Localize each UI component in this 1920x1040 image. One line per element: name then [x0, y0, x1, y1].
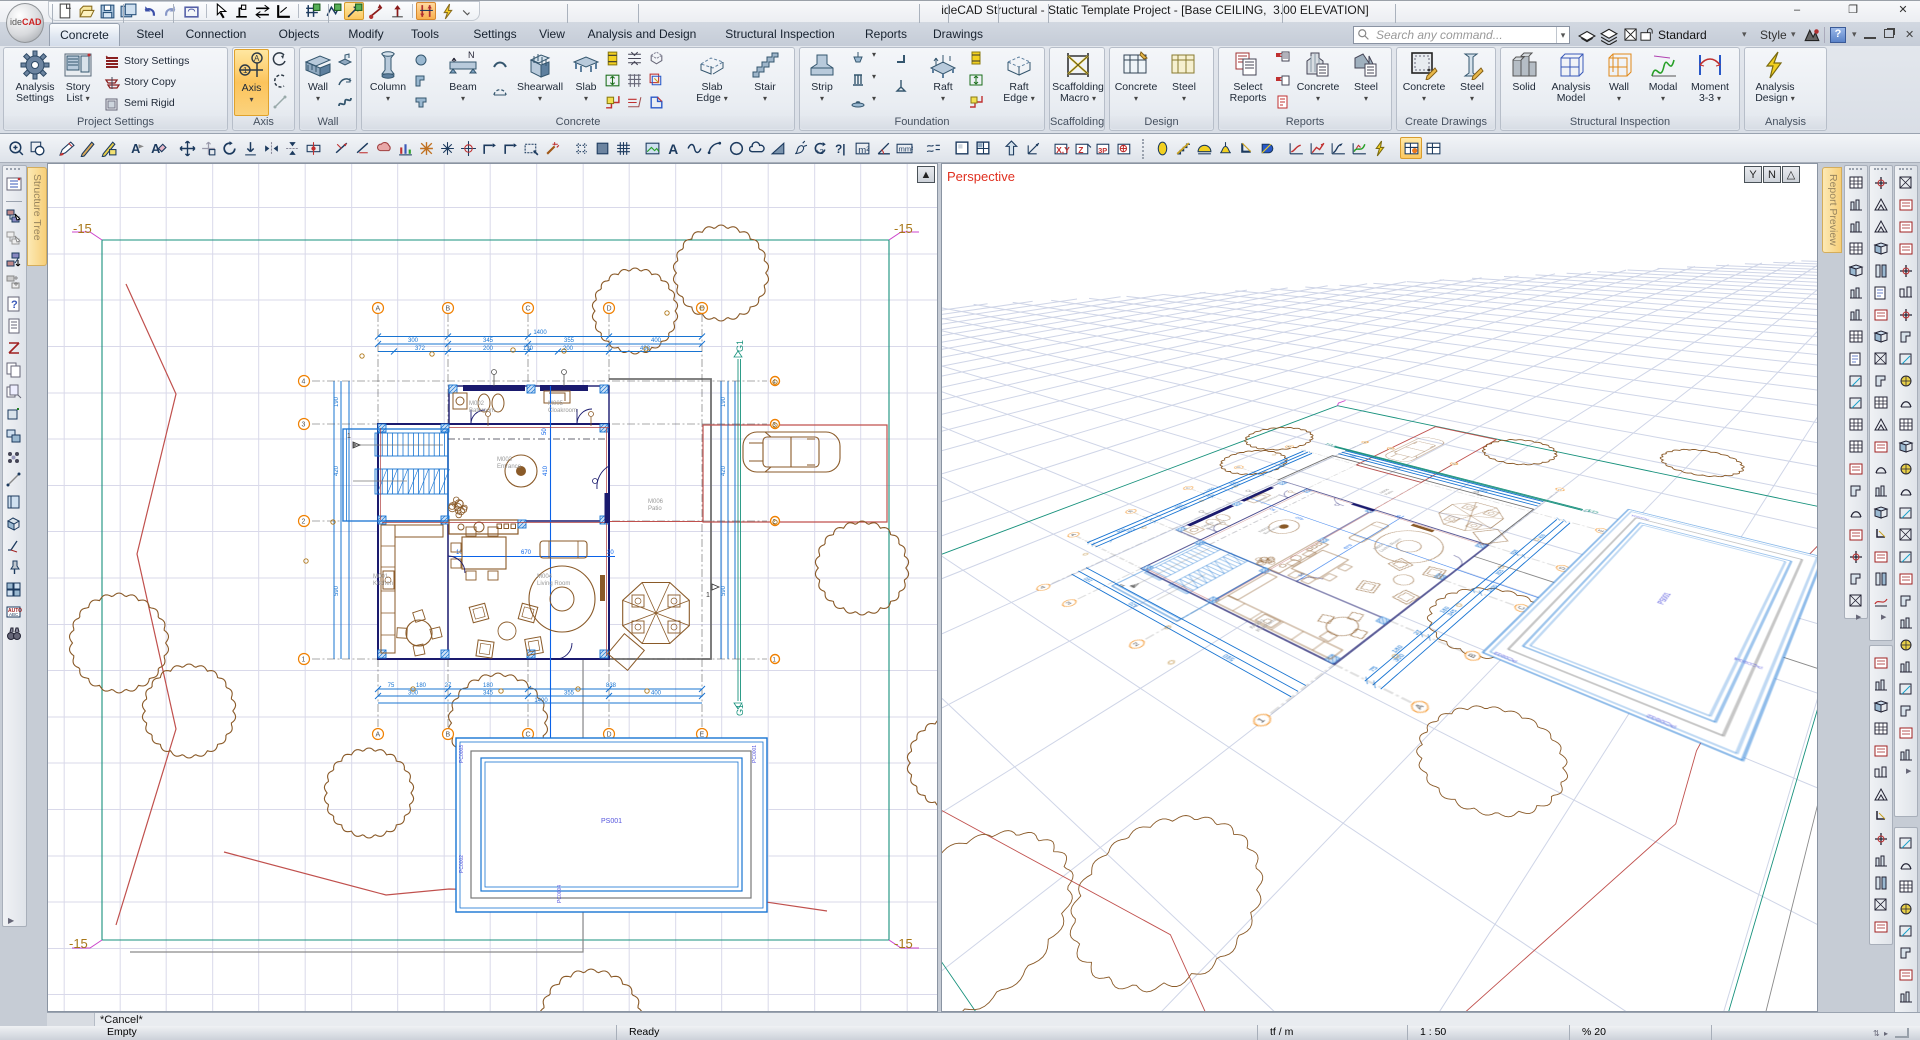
svg-text:-15: -15 [894, 221, 913, 236]
svg-text:1400: 1400 [533, 330, 547, 336]
svg-text:130: 130 [523, 346, 534, 352]
svg-text:N: N [468, 50, 475, 60]
svg-text:345: 345 [483, 338, 494, 344]
svg-text:400: 400 [651, 338, 662, 344]
svg-text:M003: M003 [497, 457, 513, 463]
svg-text:372: 372 [415, 346, 426, 352]
svg-text:X,Y: X,Y [1056, 145, 1070, 155]
svg-text:PC0004: PC0004 [557, 885, 563, 903]
svg-text:C: C [526, 306, 531, 313]
svg-text:590: 590 [334, 585, 340, 596]
svg-text:1: 1 [347, 433, 351, 440]
svg-text:Bathroom: Bathroom [469, 408, 495, 414]
svg-text:1: 1 [302, 657, 306, 664]
svg-text:180: 180 [416, 683, 427, 689]
svg-text:Living Room: Living Room [537, 581, 570, 587]
svg-text:-15: -15 [894, 936, 913, 951]
svg-text:50: 50 [542, 428, 548, 435]
svg-text:1: 1 [706, 592, 710, 599]
svg-text:Kitchen: Kitchen [373, 581, 393, 587]
svg-text:M005: M005 [548, 401, 564, 407]
svg-text:355: 355 [564, 338, 575, 344]
svg-text:420: 420 [334, 465, 340, 476]
svg-text:300: 300 [408, 338, 419, 344]
svg-text:2: 2 [302, 519, 306, 526]
svg-text:PC0001: PC0001 [752, 745, 758, 763]
svg-text:1400: 1400 [534, 698, 548, 704]
svg-text:670: 670 [521, 550, 532, 556]
svg-text:355: 355 [564, 691, 575, 697]
svg-text:590: 590 [721, 585, 727, 596]
svg-text:20: 20 [607, 550, 614, 556]
svg-text:m²: m² [858, 145, 869, 156]
svg-text:-15: -15 [73, 221, 92, 236]
svg-text:3: 3 [302, 422, 306, 429]
svg-text:B: B [446, 732, 451, 739]
svg-text:Entrance: Entrance [497, 464, 522, 470]
svg-text:-15: -15 [69, 936, 88, 951]
svg-text:3P: 3P [1098, 146, 1107, 155]
svg-text:4: 4 [302, 379, 306, 386]
svg-text:M004: M004 [537, 574, 553, 580]
svg-text:?|: ?| [835, 143, 845, 156]
svg-text:Z: Z [1078, 145, 1083, 155]
svg-text:180: 180 [483, 683, 494, 689]
svg-text:75: 75 [388, 683, 395, 689]
svg-text:A: A [668, 141, 678, 157]
svg-text:G1: G1 [735, 340, 745, 352]
svg-text:345: 345 [483, 691, 494, 697]
svg-text:420: 420 [721, 465, 727, 476]
svg-text:400: 400 [651, 691, 662, 697]
svg-text:M006: M006 [648, 499, 664, 505]
svg-text:Cloakroom: Cloakroom [548, 408, 577, 414]
svg-text:PS001: PS001 [601, 818, 622, 825]
svg-text:190: 190 [721, 396, 727, 407]
svg-text:ABC: ABC [9, 612, 19, 617]
svg-text:M002: M002 [469, 401, 485, 407]
svg-text:D: D [607, 306, 612, 313]
svg-text:PC0003: PC0003 [459, 745, 465, 763]
svg-text:Patio: Patio [648, 506, 662, 512]
svg-text:A: A [376, 306, 381, 313]
svg-text:M001: M001 [373, 574, 389, 580]
svg-text:PC0002: PC0002 [459, 855, 465, 873]
svg-text:200: 200 [483, 346, 494, 352]
svg-text:?: ? [11, 299, 18, 311]
svg-text:B: B [446, 306, 451, 313]
svg-text:mm²: mm² [899, 145, 913, 154]
svg-text:410: 410 [543, 465, 549, 476]
svg-text:A: A [254, 54, 260, 63]
svg-text:A: A [376, 732, 381, 739]
svg-text:190: 190 [334, 396, 340, 407]
svg-text:+2: +2 [815, 147, 823, 156]
